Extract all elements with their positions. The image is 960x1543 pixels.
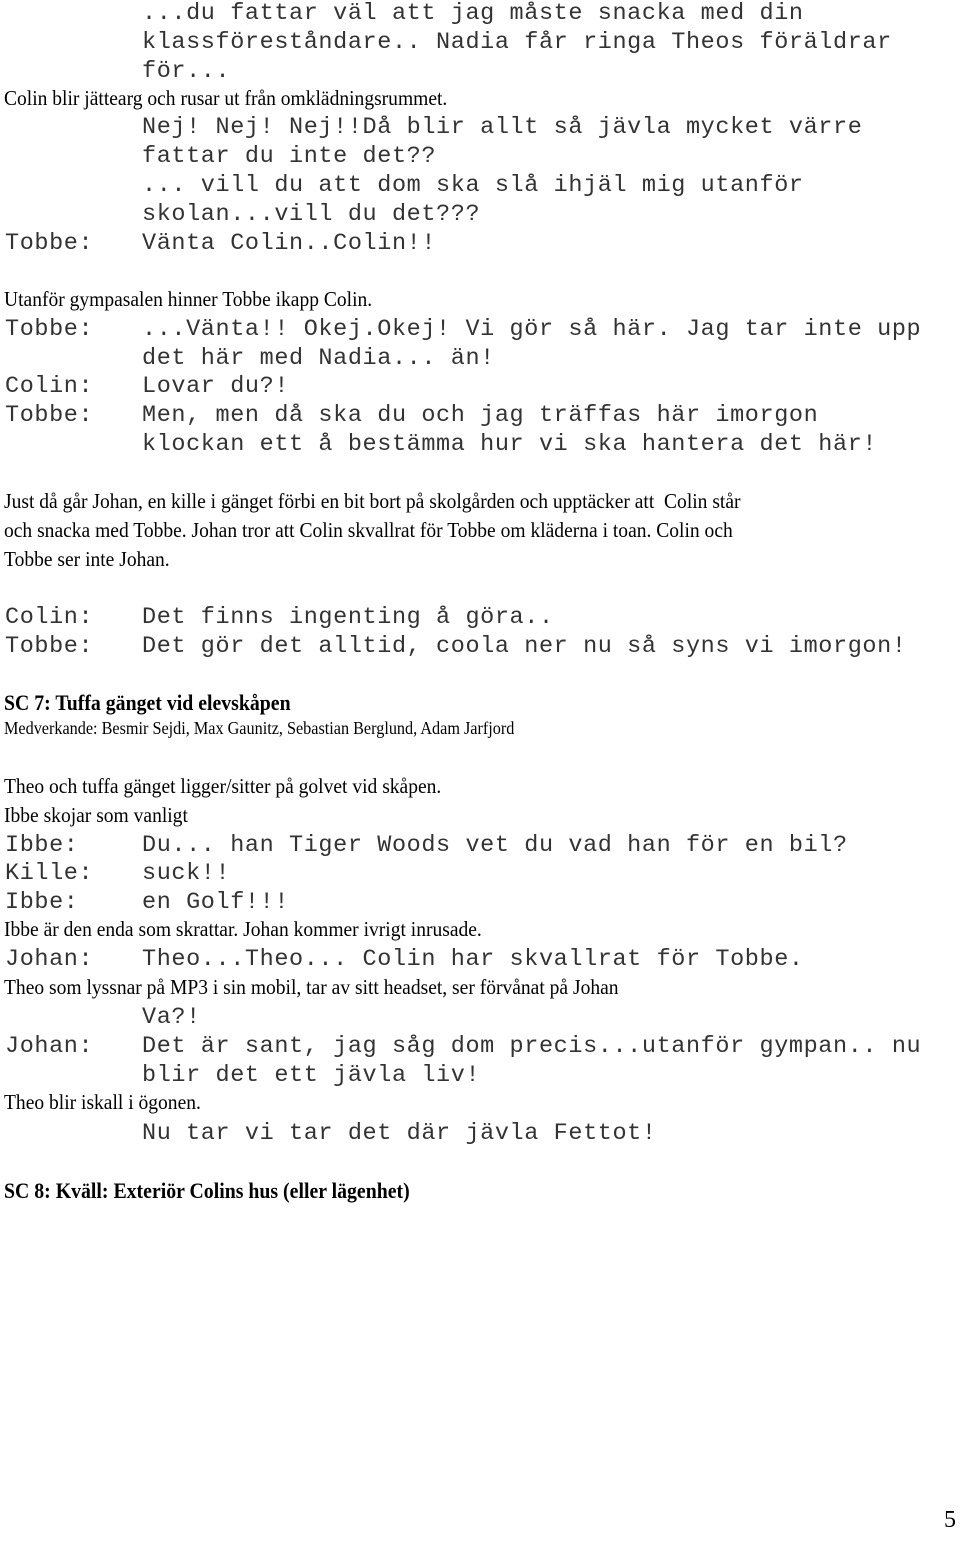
dialogue-line: Nej! Nej! Nej!!Då blir allt så jävla myc… [142, 114, 863, 141]
scene-heading: SC 8: Kväll: Exteriör Colins hus (eller … [4, 1178, 410, 1203]
dialogue-line: Det gör det alltid, coola ner nu så syns… [142, 633, 907, 660]
dialogue-line: Men, men då ska du och jag träffas här i… [142, 402, 819, 429]
action-line: Theo blir iskall i ögonen. [4, 1090, 201, 1114]
action-line: Utanför gympasalen hinner Tobbe ikapp Co… [4, 287, 373, 311]
dialogue-line: Vänta Colin..Colin!! [142, 230, 437, 257]
speaker-name: Johan: [5, 1033, 94, 1060]
dialogue-line: en Golf!!! [142, 889, 290, 916]
action-line: Tobbe ser inte Johan. [4, 547, 170, 571]
page-number: 5 [944, 1507, 956, 1533]
action-line: Theo som lyssnar på MP3 i sin mobil, tar… [4, 975, 619, 999]
dialogue-line: klockan ett å bestämma hur vi ska hanter… [142, 431, 878, 458]
speaker-name: Colin: [5, 604, 94, 631]
dialogue-line: ... vill du att dom ska slå ihjäl mig ut… [142, 172, 804, 199]
action-line: Ibbe är den enda som skrattar. Johan kom… [4, 917, 482, 941]
speaker-name: Tobbe: [5, 402, 94, 429]
dialogue-line: fattar du inte det?? [142, 143, 437, 170]
dialogue-line: för... [142, 57, 231, 85]
speaker-name: Tobbe: [5, 316, 94, 343]
speaker-name: Johan: [5, 946, 94, 973]
speaker-name: Tobbe: [5, 230, 94, 257]
dialogue-line: det här med Nadia... än! [142, 345, 495, 372]
speaker-name: Kille: [5, 860, 94, 887]
dialogue-line: Lovar du?! [142, 373, 290, 400]
cast-list: Medverkande: Besmir Sejdi, Max Gaunitz, … [4, 718, 515, 738]
dialogue-line: klassföreståndare.. Nadia får ringa Theo… [142, 28, 892, 56]
action-line: Just då går Johan, en kille i gänget för… [4, 489, 741, 513]
action-line: och snacka med Tobbe. Johan tror att Col… [4, 518, 733, 542]
speaker-name: Ibbe: [5, 889, 79, 916]
action-line: Theo och tuffa gänget ligger/sitter på g… [4, 774, 442, 798]
dialogue-line: skolan...vill du det??? [142, 201, 481, 228]
dialogue-line: Du... han Tiger Woods vet du vad han för… [142, 832, 848, 859]
dialogue-line: ...Vänta!! Okej.Okej! Vi gör så här. Jag… [142, 316, 922, 343]
dialogue-line: Va?! [142, 1004, 201, 1031]
action-line: Ibbe skojar som vanligt [4, 803, 188, 827]
scene-heading: SC 7: Tuffa gänget vid elevskåpen [4, 690, 291, 715]
speaker-name: Ibbe: [5, 832, 79, 859]
dialogue-line: blir det ett jävla liv! [142, 1062, 481, 1089]
speaker-name: Tobbe: [5, 633, 94, 660]
speaker-name: Colin: [5, 373, 94, 400]
dialogue-line: Det är sant, jag såg dom precis...utanfö… [142, 1033, 922, 1060]
dialogue-line: Nu tar vi tar det där jävla Fettot! [142, 1120, 657, 1147]
dialogue-line: suck!! [142, 860, 231, 887]
dialogue-line: Theo...Theo... Colin har skvallrat för T… [142, 946, 804, 973]
action-line: Colin blir jättearg och rusar ut från om… [4, 86, 448, 110]
dialogue-line: ...du fattar väl att jag måste snacka me… [142, 0, 804, 27]
dialogue-line: Det finns ingenting å göra.. [142, 604, 554, 631]
